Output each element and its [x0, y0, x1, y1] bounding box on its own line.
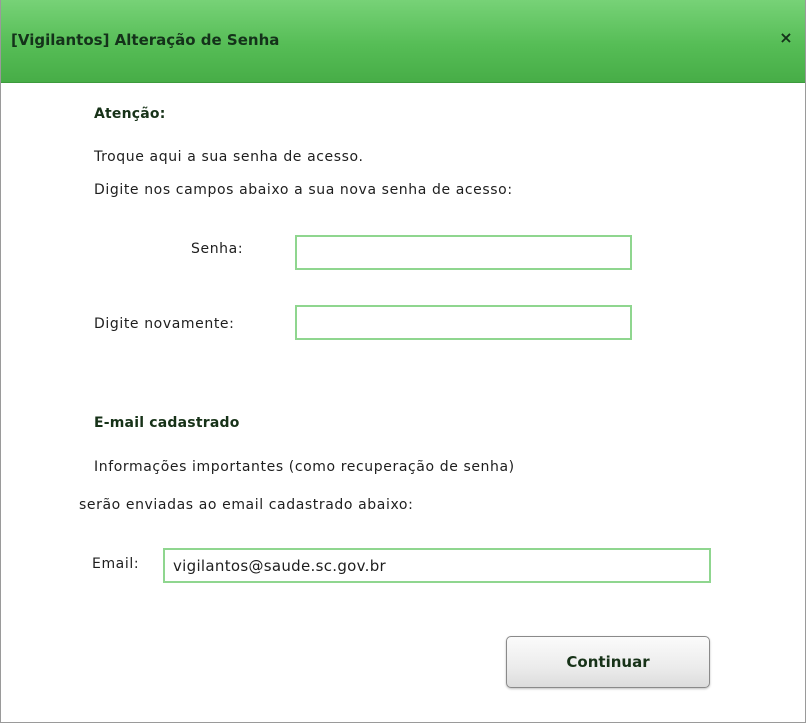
password-field[interactable] — [295, 235, 632, 270]
confirm-password-field[interactable] — [295, 305, 632, 340]
attention-heading: Atenção: — [94, 106, 166, 122]
email-field[interactable] — [163, 548, 711, 583]
instruction-line-1: Troque aqui a sua senha de acesso. — [94, 149, 364, 165]
change-password-dialog: [Vigilantos] Alteração de Senha × Atençã… — [0, 0, 806, 723]
password-label: Senha: — [191, 241, 244, 257]
dialog-title: [Vigilantos] Alteração de Senha — [11, 31, 280, 49]
continue-button[interactable]: Continuar — [506, 636, 710, 688]
confirm-password-label: Digite novamente: — [94, 316, 235, 332]
dialog-titlebar[interactable]: [Vigilantos] Alteração de Senha × — [1, 0, 805, 83]
close-icon[interactable]: × — [777, 28, 795, 48]
email-label: Email: — [92, 556, 140, 572]
email-info-line-1: Informações importantes (como recuperaçã… — [94, 459, 515, 475]
email-info-line-2: serão enviadas ao email cadastrado abaix… — [79, 497, 414, 513]
email-heading: E-mail cadastrado — [94, 415, 240, 431]
instruction-line-2: Digite nos campos abaixo a sua nova senh… — [94, 182, 513, 198]
